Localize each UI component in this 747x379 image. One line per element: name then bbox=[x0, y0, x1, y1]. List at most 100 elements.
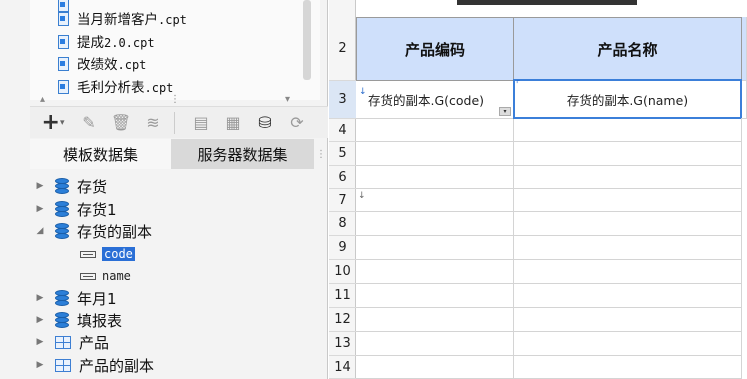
table-icon bbox=[55, 335, 71, 349]
row-header[interactable]: 8 bbox=[329, 212, 356, 236]
dropdown-arrow-icon: ▾ bbox=[59, 117, 65, 128]
grid-cell[interactable] bbox=[513, 356, 742, 379]
file-list-scrollbar[interactable] bbox=[303, 0, 311, 80]
file-ext: 2.0.cpt bbox=[104, 36, 155, 50]
edit-sql-icon[interactable]: ▦ bbox=[222, 112, 244, 134]
dataset-icon bbox=[55, 290, 69, 306]
cell-b3[interactable]: ↓ 存货的副本.G(code) ▾ bbox=[356, 81, 514, 119]
dataset-tabs: 模板数据集 服务器数据集 ⋮ bbox=[30, 139, 328, 169]
separator bbox=[174, 111, 180, 134]
tree-node[interactable]: ▶ 产品 bbox=[35, 331, 109, 353]
cell-dropdown-button[interactable]: ▾ bbox=[499, 107, 511, 116]
grip-icon: ⋮ bbox=[170, 94, 180, 105]
tree-node-expanded[interactable]: ◢ 存货的副本 bbox=[35, 220, 152, 242]
grid-cell[interactable] bbox=[513, 142, 742, 166]
grid-cell[interactable] bbox=[356, 166, 514, 189]
grid-cell[interactable] bbox=[513, 308, 742, 332]
grid-cell[interactable] bbox=[513, 119, 742, 142]
file-name: 提成 bbox=[77, 35, 104, 51]
expand-arrow-icon[interactable]: ▶ bbox=[35, 337, 45, 347]
grid-cell[interactable] bbox=[513, 212, 742, 236]
report-sheet: 2 3 4 5 6 7 8 9 10 11 12 13 14 产品编码 产品名称… bbox=[329, 0, 747, 379]
grid-cell[interactable] bbox=[356, 284, 514, 308]
grid-cell[interactable] bbox=[356, 356, 514, 379]
row-header[interactable]: 6 bbox=[329, 166, 356, 189]
grid-cell[interactable] bbox=[356, 260, 514, 284]
field-icon bbox=[80, 250, 96, 258]
database-icon[interactable]: ≋ bbox=[142, 112, 164, 134]
grid-cell[interactable]: ↓ bbox=[356, 189, 514, 212]
header-cell-product-name[interactable]: 产品名称 bbox=[513, 17, 742, 81]
header-cell-next[interactable] bbox=[741, 17, 747, 81]
cell-d3[interactable] bbox=[741, 81, 747, 119]
cell-c3-selected[interactable]: ⌜ 存货的副本.G(name) bbox=[513, 79, 742, 119]
edit-icon[interactable]: ✎ bbox=[78, 112, 100, 134]
file-item[interactable]: 毛利分析表.cpt bbox=[58, 76, 173, 96]
row-header[interactable]: 4 bbox=[329, 119, 356, 142]
expand-arrow-icon[interactable]: ▶ bbox=[35, 293, 45, 303]
file-name: 当月新增客户 bbox=[77, 12, 158, 28]
row-header[interactable]: 9 bbox=[329, 236, 356, 260]
dataset-tree: ▶ 存货 ▶ 存货1 ◢ 存货的副本 code name ▶ 年月1 ▶ 填报表… bbox=[30, 172, 328, 379]
file-name: 毛利分析表 bbox=[77, 80, 145, 96]
row-header[interactable]: 5 bbox=[329, 142, 356, 166]
grid-cell[interactable] bbox=[513, 332, 742, 356]
tree-node[interactable]: ▶ 填报表 bbox=[35, 309, 122, 331]
row-header[interactable]: 12 bbox=[329, 308, 356, 332]
server-db-icon[interactable]: ⛁ bbox=[254, 112, 276, 134]
expand-arrow-icon[interactable]: ▶ bbox=[35, 360, 45, 370]
tab-server-dataset[interactable]: 服务器数据集 bbox=[171, 139, 314, 169]
grid-cell[interactable] bbox=[356, 119, 514, 142]
row-header[interactable]: 14 bbox=[329, 356, 356, 379]
field-node[interactable]: code bbox=[80, 243, 135, 265]
grid-cell[interactable] bbox=[513, 189, 742, 212]
file-ext: .cpt bbox=[144, 81, 174, 95]
file-item[interactable]: 提成2.0.cpt bbox=[58, 31, 155, 51]
header-cell-product-code[interactable]: 产品编码 bbox=[356, 17, 514, 81]
tree-node[interactable]: ▶ 年月1 bbox=[35, 287, 117, 309]
grid-cell[interactable] bbox=[356, 142, 514, 166]
row-header-gutter: 2 3 4 5 6 7 8 9 10 11 12 13 14 bbox=[329, 0, 356, 379]
collapse-arrow-icon[interactable]: ◢ bbox=[35, 226, 45, 236]
collapse-down-icon[interactable]: ▾ bbox=[285, 94, 290, 105]
grid-cell[interactable] bbox=[513, 260, 742, 284]
dataset-toolbar: + ▾ ✎ 🗑 ≋ ▤ ▦ ⛁ ⟳ bbox=[30, 106, 328, 138]
file-name: 改绩效 bbox=[77, 57, 118, 73]
row-header[interactable]: 13 bbox=[329, 332, 356, 356]
file-item[interactable]: 改绩效.cpt bbox=[58, 53, 146, 73]
tree-node[interactable]: ▶ 存货1 bbox=[35, 198, 117, 220]
grid-cell[interactable] bbox=[356, 212, 514, 236]
panel-splitter[interactable]: ▴ ⋮ ▾ bbox=[30, 94, 320, 106]
dataset-icon bbox=[55, 178, 69, 194]
table-icon bbox=[55, 358, 71, 372]
field-icon bbox=[80, 272, 96, 280]
grid-cell[interactable] bbox=[356, 308, 514, 332]
row-header[interactable]: 10 bbox=[329, 260, 356, 284]
tree-node[interactable]: ▶ 产品的副本 bbox=[35, 354, 154, 376]
grid-cell[interactable] bbox=[356, 236, 514, 260]
report-file-icon bbox=[58, 56, 69, 71]
file-item[interactable]: 当月新增客户.cpt bbox=[58, 8, 187, 28]
dataset-icon bbox=[55, 201, 69, 217]
expand-arrow-icon[interactable]: ▶ bbox=[35, 181, 45, 191]
expand-arrow-icon[interactable]: ▶ bbox=[35, 315, 45, 325]
row-header[interactable]: 7 bbox=[329, 189, 356, 212]
grid-cell[interactable] bbox=[356, 332, 514, 356]
tree-node[interactable]: ▶ 存货 bbox=[35, 175, 107, 197]
expand-down-icon: ↓ bbox=[359, 87, 367, 97]
expand-arrow-icon[interactable]: ▶ bbox=[35, 204, 45, 214]
tab-template-dataset[interactable]: 模板数据集 bbox=[30, 139, 171, 169]
delete-icon[interactable]: 🗑 bbox=[110, 112, 132, 134]
grid-cell[interactable] bbox=[513, 236, 742, 260]
row-header[interactable]: 2 bbox=[329, 17, 356, 81]
row-header[interactable]: 3 bbox=[329, 81, 356, 119]
grid-cell[interactable] bbox=[513, 166, 742, 189]
add-dataset-button[interactable]: + ▾ bbox=[38, 110, 68, 135]
field-node[interactable]: name bbox=[80, 265, 131, 287]
template-file-list: 当月新增客户.cpt 提成2.0.cpt 改绩效.cpt 毛利分析表.cpt bbox=[30, 0, 320, 100]
row-header[interactable]: 11 bbox=[329, 284, 356, 308]
grid-cell[interactable] bbox=[513, 284, 742, 308]
preview-icon[interactable]: ▤ bbox=[190, 112, 212, 134]
refresh-db-icon[interactable]: ⟳ bbox=[286, 112, 308, 134]
collapse-up-icon[interactable]: ▴ bbox=[40, 94, 45, 105]
